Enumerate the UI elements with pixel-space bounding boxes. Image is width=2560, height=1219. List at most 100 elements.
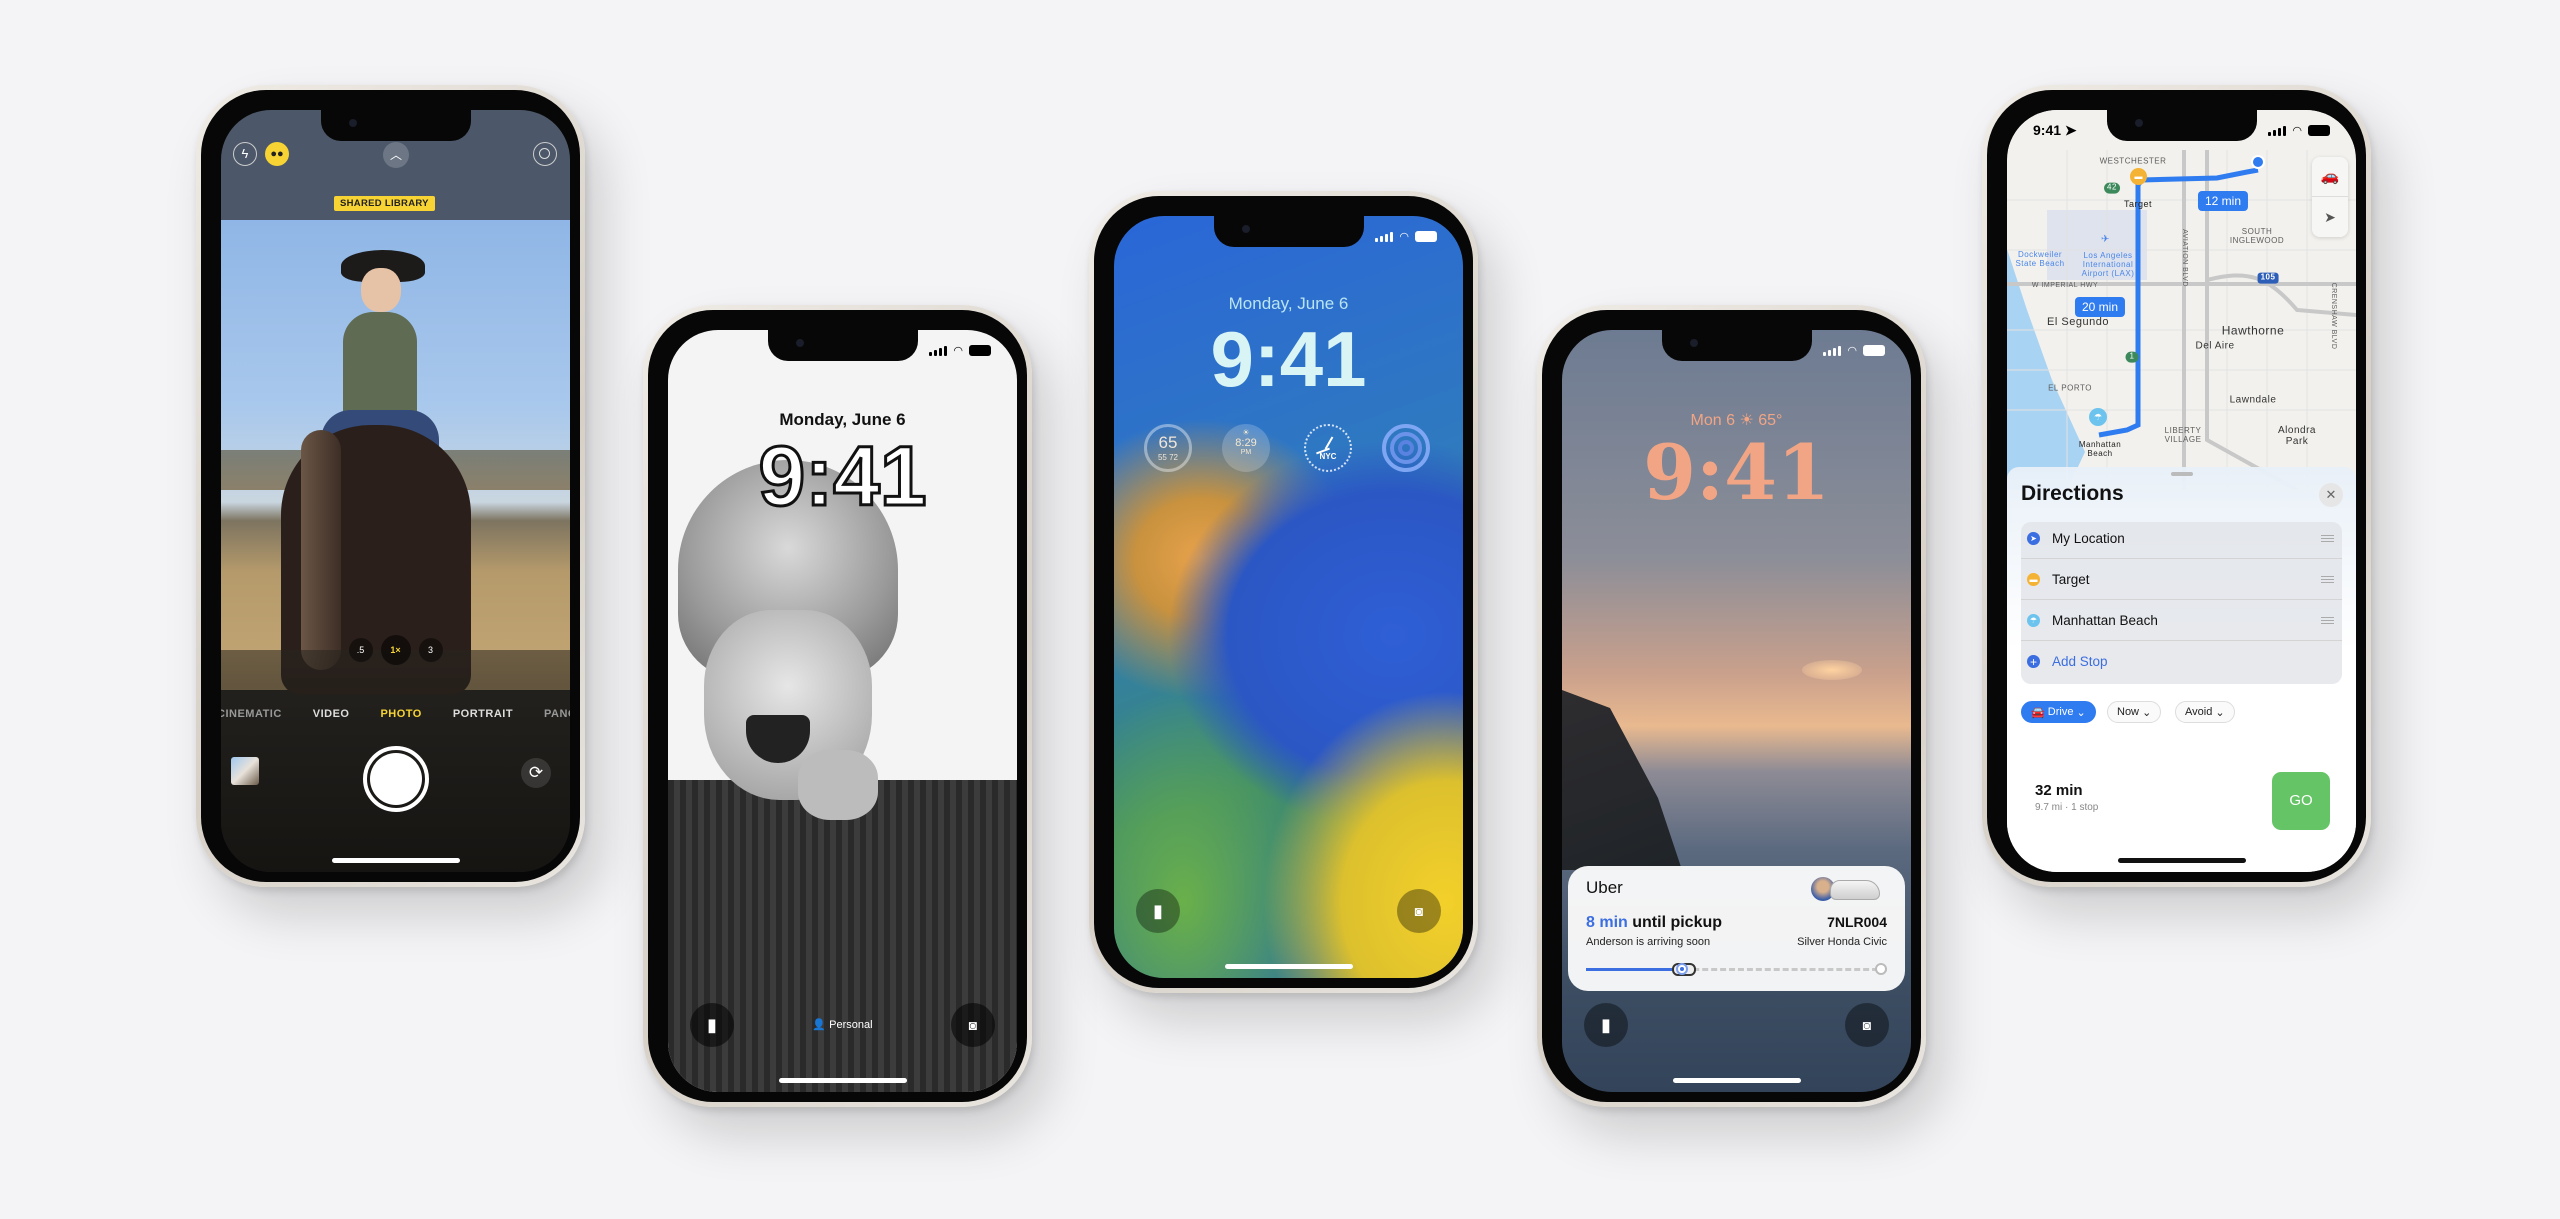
lock-time: 9:41 — [1643, 428, 1830, 517]
camera-icon: ◙ — [1414, 903, 1424, 919]
lock-date: Mon 6 — [1690, 412, 1735, 429]
drive-mode-chip[interactable]: 🚘 Drive ⌄ — [2021, 701, 2096, 723]
chip-label: Avoid — [2185, 706, 2213, 718]
driver-status: Anderson is arriving soon — [1586, 936, 1711, 948]
eta-badge-12[interactable]: 12 min — [2197, 191, 2249, 211]
flashlight-icon: ▮ — [1601, 1014, 1611, 1035]
sunset-icon: ☀ — [1242, 428, 1250, 437]
mode-photo[interactable]: PHOTO — [380, 708, 421, 720]
avoid-chip[interactable]: Avoid ⌄ — [2175, 701, 2235, 723]
current-location-dot — [2251, 155, 2265, 169]
map-label-aviation: AVIATION BLVD — [2180, 229, 2188, 287]
hwy-42-shield: 42 — [2104, 182, 2120, 194]
world-clock-widget[interactable]: NYC — [1304, 424, 1352, 472]
target-pin-icon[interactable]: ▬ — [2130, 168, 2147, 185]
map-label-alondra-park: Alondra Park — [2278, 425, 2316, 447]
depart-time-chip[interactable]: Now ⌄ — [2107, 701, 2162, 723]
chip-label: Now — [2117, 706, 2140, 718]
uber-app-name: Uber — [1586, 878, 1623, 897]
directions-title: Directions — [2021, 482, 2124, 505]
mode-pano[interactable]: PANO — [544, 708, 570, 720]
car-mode-icon[interactable]: 🚗 — [2312, 157, 2348, 197]
beach-pin-icon[interactable]: ☂ — [2089, 408, 2107, 426]
reorder-handle-icon[interactable] — [2321, 534, 2334, 542]
weather-widget[interactable]: 65 55 72 — [1144, 424, 1192, 472]
lock-date-weather: Mon 6 ☀ 65° — [1562, 410, 1911, 430]
zoom-0.5-button[interactable]: .5 — [348, 638, 373, 662]
photo-thumbnail[interactable] — [231, 757, 259, 785]
map-label-liberty-village: LIBERTY VILLAGE — [2164, 426, 2202, 444]
stop-target[interactable]: ▬ Target — [2021, 559, 2342, 600]
location-arrow-icon[interactable]: ➤ — [2312, 197, 2348, 237]
lock-date: Monday, June 6 — [779, 410, 906, 429]
mode-portrait[interactable]: PORTRAIT — [453, 708, 513, 720]
status-time: 9:41 ➤ — [2033, 122, 2077, 138]
reorder-handle-icon[interactable] — [2321, 616, 2334, 624]
progress-fill — [1586, 968, 1677, 971]
map-label-crenshaw: CRENSHAW BLVD — [2329, 282, 2337, 350]
sunset-widget[interactable]: ☀ 8:29 PM — [1222, 424, 1270, 472]
lock-temp: 65° — [1758, 412, 1783, 429]
pickup-point-icon — [1676, 963, 1688, 975]
activity-rings-widget[interactable] — [1382, 424, 1430, 472]
clock-city: NYC — [1319, 452, 1337, 461]
chevron-up-icon[interactable]: ︿ — [383, 142, 409, 168]
iphone-maps: 9:41 ➤ ◠ ▬ ☂ ✈ WESTCHESTER Target SOUTH … — [1982, 85, 2371, 887]
map-label-el-segundo: El Segundo — [2047, 315, 2109, 328]
camera-button[interactable]: ◙ — [1397, 889, 1441, 933]
focus-mode-text: Personal — [829, 1019, 873, 1031]
live-photo-icon[interactable] — [533, 142, 557, 166]
route-summary: 9.7 mi · 1 stop — [2035, 802, 2099, 813]
map-label-del-aire: Del Aire — [2195, 340, 2235, 352]
map-label-el-porto: EL PORTO — [2048, 383, 2092, 393]
flip-camera-icon[interactable]: ⟳ — [521, 758, 551, 788]
map-label-lawndale: Lawndale — [2229, 394, 2277, 406]
eta-badge-20[interactable]: 20 min — [2074, 297, 2126, 317]
reorder-handle-icon[interactable] — [2321, 575, 2334, 583]
plus-icon: + — [2027, 655, 2040, 669]
shopping-bag-icon: ▬ — [2027, 572, 2040, 586]
map-label-south-inglewood: SOUTH INGLEWOOD — [2229, 227, 2285, 245]
shared-library-icon[interactable]: ●● — [265, 142, 289, 166]
mode-video[interactable]: VIDEO — [313, 708, 350, 720]
map-label-dockweiler: Dockweiler State Beach — [2015, 250, 2065, 268]
portrait-photo — [668, 450, 1017, 1092]
shared-library-badge: SHARED LIBRARY — [334, 196, 435, 211]
stop-my-location[interactable]: ➤ My Location — [2021, 518, 2342, 559]
status-bar: ◠ — [929, 344, 991, 357]
zoom-3x-button[interactable]: 3 — [418, 638, 443, 662]
uber-live-activity[interactable]: Uber 8 min until pickup Anderson is arri… — [1568, 866, 1905, 991]
camera-button[interactable]: ◙ — [1845, 1003, 1889, 1047]
shutter-button[interactable] — [363, 746, 429, 812]
mode-cinematic[interactable]: CINEMATIC — [221, 708, 282, 720]
hwy-1-shield: 1 — [2125, 351, 2139, 363]
pickup-progress — [1586, 962, 1887, 976]
go-button[interactable]: GO — [2272, 772, 2330, 830]
add-stop-label: Add Stop — [2052, 654, 2108, 669]
add-stop-button[interactable]: + Add Stop — [2021, 641, 2342, 682]
beach-icon: ☂ — [2027, 613, 2040, 627]
map-label-hawthorne: Hawthorne — [2221, 323, 2285, 338]
camera-icon: ◙ — [1862, 1017, 1872, 1033]
lock-date: Monday, June 6 — [1228, 294, 1349, 313]
zoom-1x-button[interactable]: 1× — [380, 635, 411, 665]
camera-button[interactable]: ◙ — [951, 1003, 995, 1047]
sun-icon: ☀ — [1739, 412, 1754, 429]
flashlight-button[interactable]: ▮ — [1136, 889, 1180, 933]
map-controls: 🚗 ➤ — [2312, 157, 2348, 237]
camera-mode-picker: CINEMATIC VIDEO PHOTO PORTRAIT PANO — [221, 708, 570, 720]
sunset-period: PM — [1240, 449, 1252, 456]
camera-icon: ◙ — [968, 1017, 978, 1033]
eta-suffix: until pickup — [1627, 914, 1723, 931]
close-button[interactable]: ✕ — [2319, 483, 2343, 507]
flash-icon[interactable]: ϟ — [233, 142, 257, 166]
sheet-grabber[interactable] — [2171, 472, 2193, 476]
flashlight-button[interactable]: ▮ — [1584, 1003, 1628, 1047]
iphone-wallpaper-lockscreen: ◠ Monday, June 6 9:41 65 55 72 ☀ 8:29 PM NY… — [1089, 191, 1478, 993]
hwy-105-shield: 105 — [2257, 272, 2279, 284]
stop-label: Target — [2052, 571, 2090, 587]
map-view[interactable]: ▬ ☂ ✈ WESTCHESTER Target SOUTH INGLEWOOD… — [2007, 110, 2356, 490]
map-label-westchester: WESTCHESTER — [2099, 156, 2167, 166]
stop-manhattan-beach[interactable]: ☂ Manhattan Beach — [2021, 600, 2342, 641]
iphone-live-activity-lockscreen: ◠ Mon 6 ☀ 65° 9:41 Uber 8 min until pick… — [1537, 305, 1926, 1107]
